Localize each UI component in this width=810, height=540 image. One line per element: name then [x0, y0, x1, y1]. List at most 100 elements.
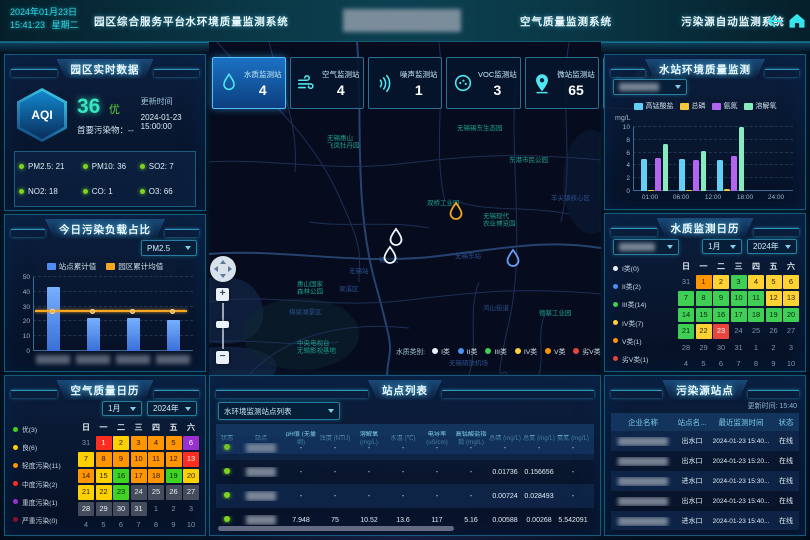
- calendar-day[interactable]: 13: [783, 291, 799, 306]
- calendar-day[interactable]: 4: [78, 518, 94, 533]
- calendar-day[interactable]: 18: [148, 469, 164, 484]
- calendar-day[interactable]: 5: [696, 357, 712, 372]
- calendar-day[interactable]: 14: [678, 308, 694, 323]
- calendar-day[interactable]: 10: [183, 518, 199, 533]
- calendar-day[interactable]: 17: [131, 469, 147, 484]
- calendar-day[interactable]: 7: [131, 518, 147, 533]
- calendar-day[interactable]: 1: [96, 436, 112, 451]
- calendar-day[interactable]: 18: [748, 308, 764, 323]
- calendar-day[interactable]: 3: [783, 341, 799, 356]
- source-row[interactable]: 进水口2024-01-23 15:30...在线: [611, 471, 799, 491]
- calendar-day[interactable]: 9: [166, 518, 182, 533]
- calendar-day[interactable]: 2: [113, 436, 129, 451]
- calendar-day[interactable]: 30: [113, 502, 129, 517]
- source-row[interactable]: 出水口2024-01-23 15:40...在线: [611, 491, 799, 511]
- calendar-day[interactable]: 5: [166, 436, 182, 451]
- calendar-day[interactable]: 20: [783, 308, 799, 323]
- calendar-day[interactable]: 2: [713, 275, 729, 290]
- calendar-day[interactable]: 12: [166, 452, 182, 467]
- map-pan-control[interactable]: [210, 256, 236, 282]
- calendar-day[interactable]: 21: [78, 485, 94, 500]
- legend-item[interactable]: 高锰酸盐: [634, 101, 674, 111]
- calendar-day[interactable]: 5: [766, 275, 782, 290]
- calendar-day[interactable]: 25: [748, 324, 764, 339]
- month-select[interactable]: 1月: [102, 401, 142, 416]
- calendar-day[interactable]: 31: [78, 436, 94, 451]
- calendar-day[interactable]: 20: [183, 469, 199, 484]
- calendar-day[interactable]: 22: [96, 485, 112, 500]
- legend-item[interactable]: 溶解氧: [744, 101, 777, 111]
- calendar-day[interactable]: 2: [166, 502, 182, 517]
- calendar-day[interactable]: 4: [678, 357, 694, 372]
- table-row[interactable]: ----------: [216, 436, 594, 460]
- calendar-day[interactable]: 29: [96, 502, 112, 517]
- map-zoom-in-button[interactable]: +: [216, 288, 229, 301]
- calendar-day[interactable]: 5: [96, 518, 112, 533]
- calendar-day[interactable]: 12: [766, 291, 782, 306]
- calendar-day[interactable]: 10: [131, 452, 147, 467]
- calendar-day[interactable]: 26: [766, 324, 782, 339]
- pollutant-select[interactable]: PM2.5: [141, 240, 197, 256]
- station-filter-button[interactable]: 空气监测站4: [290, 57, 364, 109]
- map-legend-item[interactable]: IV类: [515, 346, 537, 356]
- legend-item[interactable]: 总磷: [680, 101, 706, 111]
- nav-water-system[interactable]: 水环境质量监测系统: [177, 14, 297, 29]
- calendar-day[interactable]: 9: [766, 357, 782, 372]
- calendar-day[interactable]: 11: [748, 291, 764, 306]
- calendar-station-select[interactable]: [613, 239, 679, 255]
- calendar-day[interactable]: 29: [696, 341, 712, 356]
- calendar-day[interactable]: 28: [78, 502, 94, 517]
- calendar-day[interactable]: 24: [731, 324, 747, 339]
- map-legend-item[interactable]: I类: [432, 346, 450, 356]
- table-row[interactable]: 7.9487510.5213.61175.160.005880.002685.5…: [216, 508, 594, 528]
- map-legend-item[interactable]: 劣V类: [573, 346, 600, 356]
- calendar-day[interactable]: 1: [148, 502, 164, 517]
- station-filter-button[interactable]: 噪声监测站1: [368, 57, 442, 109]
- calendar-day[interactable]: 28: [678, 341, 694, 356]
- calendar-day[interactable]: 8: [96, 452, 112, 467]
- calendar-day[interactable]: 14: [78, 469, 94, 484]
- calendar-day[interactable]: 31: [131, 502, 147, 517]
- station-filter-button[interactable]: 微站监测站65: [525, 57, 599, 109]
- water-station-select[interactable]: [613, 79, 687, 95]
- calendar-day[interactable]: 4: [148, 436, 164, 451]
- map-zoom-slider[interactable]: [216, 321, 229, 328]
- month-select[interactable]: 1月: [702, 239, 742, 254]
- calendar-day[interactable]: 22: [696, 324, 712, 339]
- map-legend-item[interactable]: V类: [545, 346, 565, 356]
- map-legend-item[interactable]: II类: [458, 346, 478, 356]
- calendar-day[interactable]: 8: [696, 291, 712, 306]
- calendar-day[interactable]: 31: [731, 341, 747, 356]
- calendar-day[interactable]: 10: [783, 357, 799, 372]
- source-row[interactable]: 出水口2024-01-23 15:20...在线: [611, 451, 799, 471]
- calendar-day[interactable]: 31: [678, 275, 694, 290]
- calendar-day[interactable]: 19: [166, 469, 182, 484]
- calendar-day[interactable]: 23: [713, 324, 729, 339]
- calendar-day[interactable]: 15: [96, 469, 112, 484]
- calendar-day[interactable]: 2: [766, 341, 782, 356]
- year-select[interactable]: 2024年: [147, 401, 197, 416]
- calendar-day[interactable]: 7: [78, 452, 94, 467]
- calendar-day[interactable]: 9: [713, 291, 729, 306]
- station-list-select[interactable]: 水环境监测站点列表: [218, 402, 340, 420]
- year-select[interactable]: 2024年: [747, 239, 797, 254]
- calendar-day[interactable]: 3: [731, 275, 747, 290]
- legend-item[interactable]: 站点累计值: [47, 261, 97, 272]
- calendar-day[interactable]: 3: [131, 436, 147, 451]
- home-icon[interactable]: [787, 11, 807, 31]
- calendar-day[interactable]: 30: [713, 341, 729, 356]
- legend-item[interactable]: 氨氮: [712, 101, 738, 111]
- calendar-day[interactable]: 21: [678, 324, 694, 339]
- calendar-day[interactable]: 27: [783, 324, 799, 339]
- calendar-day[interactable]: 27: [183, 485, 199, 500]
- calendar-day[interactable]: 9: [113, 452, 129, 467]
- calendar-day[interactable]: 6: [183, 436, 199, 451]
- calendar-day[interactable]: 8: [148, 518, 164, 533]
- calendar-day[interactable]: 4: [748, 275, 764, 290]
- calendar-day[interactable]: 8: [748, 357, 764, 372]
- calendar-day[interactable]: 6: [113, 518, 129, 533]
- calendar-day[interactable]: 1: [696, 275, 712, 290]
- calendar-day[interactable]: 17: [731, 308, 747, 323]
- calendar-day[interactable]: 1: [748, 341, 764, 356]
- nav-air-system[interactable]: 空气质量监测系统: [506, 14, 626, 29]
